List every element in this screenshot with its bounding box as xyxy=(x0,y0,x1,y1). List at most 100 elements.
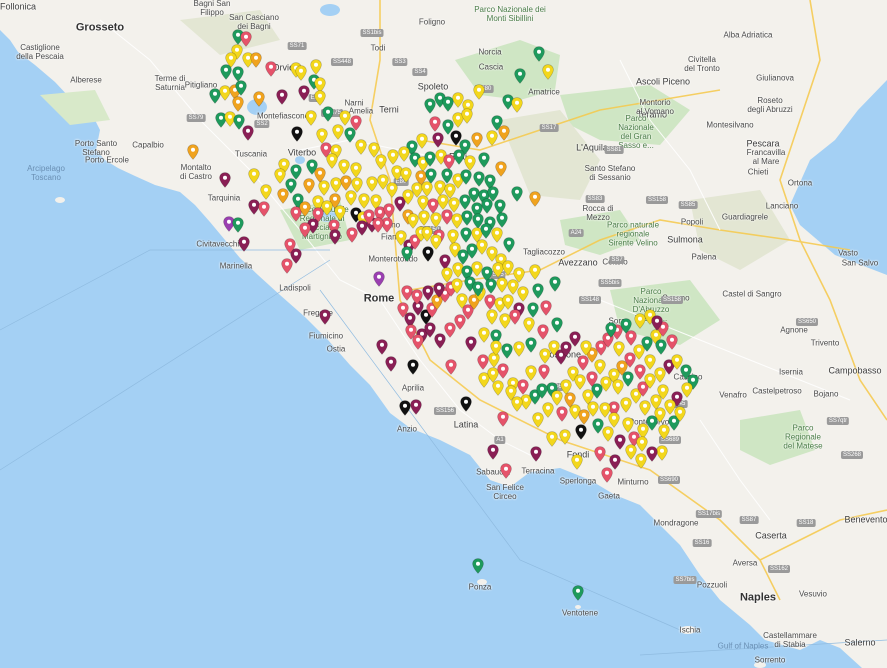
map-pin-yellow[interactable] xyxy=(559,429,571,445)
map-pin-red[interactable] xyxy=(625,330,637,346)
map-pin-yellow[interactable] xyxy=(622,417,634,433)
map-pin-yellow[interactable] xyxy=(542,64,554,80)
map-pin-yellow[interactable] xyxy=(644,354,656,370)
map-pin-green[interactable] xyxy=(622,371,634,387)
map-pin-yellow[interactable] xyxy=(492,380,504,396)
map-pin-green[interactable] xyxy=(527,302,539,318)
map-pin-yellow[interactable] xyxy=(260,184,272,200)
map-pin-magenta[interactable] xyxy=(432,132,444,148)
map-pin-yellow[interactable] xyxy=(505,385,517,401)
map-pin-yellow[interactable] xyxy=(525,365,537,381)
map-pin-green[interactable] xyxy=(572,585,584,601)
map-pin-magenta[interactable] xyxy=(433,282,445,298)
map-pin-orange[interactable] xyxy=(250,52,262,68)
map-pin-red[interactable] xyxy=(299,222,311,238)
map-pin-red[interactable] xyxy=(556,406,568,422)
map-pin-yellow[interactable] xyxy=(314,90,326,106)
map-pin-yellow[interactable] xyxy=(529,264,541,280)
map-pin-yellow[interactable] xyxy=(248,168,260,184)
map-pin-green[interactable] xyxy=(472,558,484,574)
map-pin-magenta[interactable] xyxy=(242,125,254,141)
map-pin-yellow[interactable] xyxy=(599,402,611,418)
map-pin-green[interactable] xyxy=(549,276,561,292)
map-pin-yellow[interactable] xyxy=(571,454,583,470)
map-pin-magenta[interactable] xyxy=(238,236,250,252)
map-pin-green[interactable] xyxy=(459,194,471,210)
map-pin-yellow[interactable] xyxy=(321,200,333,216)
map-pin-green[interactable] xyxy=(551,317,563,333)
map-pin-magenta[interactable] xyxy=(614,434,626,450)
map-pin-red[interactable] xyxy=(258,201,270,217)
map-pin-black[interactable] xyxy=(460,396,472,412)
map-pin-yellow[interactable] xyxy=(473,84,485,100)
map-pin-magenta[interactable] xyxy=(530,446,542,462)
map-pin-green[interactable] xyxy=(472,281,484,297)
map-pin-orange[interactable] xyxy=(232,96,244,112)
map-pin-magenta[interactable] xyxy=(376,339,388,355)
map-pin-red[interactable] xyxy=(540,300,552,316)
map-pin-magenta[interactable] xyxy=(298,85,310,101)
map-pin-green[interactable] xyxy=(514,68,526,84)
map-pin-yellow[interactable] xyxy=(486,309,498,325)
map-pin-magenta[interactable] xyxy=(276,89,288,105)
map-pin-green[interactable] xyxy=(478,152,490,168)
map-pin-green[interactable] xyxy=(481,198,493,214)
map-pin-black[interactable] xyxy=(291,126,303,142)
map-pin-red[interactable] xyxy=(445,359,457,375)
map-pin-yellow[interactable] xyxy=(546,431,558,447)
map-pin-yellow[interactable] xyxy=(513,341,525,357)
map-pin-red[interactable] xyxy=(346,227,358,243)
map-pin-yellow[interactable] xyxy=(295,65,307,81)
map-pin-green[interactable] xyxy=(460,169,472,185)
map-pin-yellow[interactable] xyxy=(375,154,387,170)
map-pin-yellow[interactable] xyxy=(613,341,625,357)
map-pin-red[interactable] xyxy=(497,411,509,427)
map-pin-magenta[interactable] xyxy=(385,356,397,372)
map-pin-yellow[interactable] xyxy=(542,402,554,418)
map-pin-yellow[interactable] xyxy=(326,153,338,169)
map-pin-yellow[interactable] xyxy=(674,406,686,422)
map-pin-red[interactable] xyxy=(363,209,375,225)
map-pin-red[interactable] xyxy=(509,309,521,325)
map-pin-yellow[interactable] xyxy=(387,149,399,165)
map-pin-magenta[interactable] xyxy=(487,444,499,460)
map-pin-green[interactable] xyxy=(605,322,617,338)
map-pin-orange[interactable] xyxy=(529,191,541,207)
map-pin-red[interactable] xyxy=(666,334,678,350)
map-pin-magenta[interactable] xyxy=(560,341,572,357)
map-pin-yellow[interactable] xyxy=(338,159,350,175)
map-pin-black[interactable] xyxy=(407,359,419,375)
map-pin-yellow[interactable] xyxy=(430,234,442,250)
map-pin-green[interactable] xyxy=(533,46,545,62)
map-pin-yellow[interactable] xyxy=(580,340,592,356)
map-pin-red[interactable] xyxy=(538,364,550,380)
map-pin-green[interactable] xyxy=(501,343,513,359)
map-pin-magenta[interactable] xyxy=(651,315,663,331)
map-pin-yellow[interactable] xyxy=(355,139,367,155)
map-pin-yellow[interactable] xyxy=(400,167,412,183)
map-pin-green[interactable] xyxy=(401,246,413,262)
map-pin-green[interactable] xyxy=(532,283,544,299)
map-pin-yellow[interactable] xyxy=(310,59,322,75)
map-pin-orange[interactable] xyxy=(187,144,199,160)
map-pin-yellow[interactable] xyxy=(657,384,669,400)
map-pin-magenta[interactable] xyxy=(465,336,477,352)
map-pin-green[interactable] xyxy=(322,106,334,122)
map-pin-yellow[interactable] xyxy=(478,327,490,343)
map-pin-green[interactable] xyxy=(496,212,508,228)
map-pin-green[interactable] xyxy=(525,337,537,353)
map-canvas[interactable]: Follonica Grosseto Castiglione della Pesca… xyxy=(0,0,887,668)
map-pin-yellow[interactable] xyxy=(461,108,473,124)
map-pin-green[interactable] xyxy=(235,80,247,96)
map-pin-yellow[interactable] xyxy=(636,436,648,452)
map-pin-green[interactable] xyxy=(220,64,232,80)
map-pin-orange[interactable] xyxy=(299,201,311,217)
map-pin-magenta[interactable] xyxy=(329,229,341,245)
map-pin-yellow[interactable] xyxy=(511,97,523,113)
map-pin-yellow[interactable] xyxy=(574,374,586,390)
map-pin-yellow[interactable] xyxy=(602,426,614,442)
map-pin-red[interactable] xyxy=(517,379,529,395)
map-pin-yellow[interactable] xyxy=(490,340,502,356)
map-pin-orange[interactable] xyxy=(495,161,507,177)
map-pin-orange[interactable] xyxy=(498,125,510,141)
